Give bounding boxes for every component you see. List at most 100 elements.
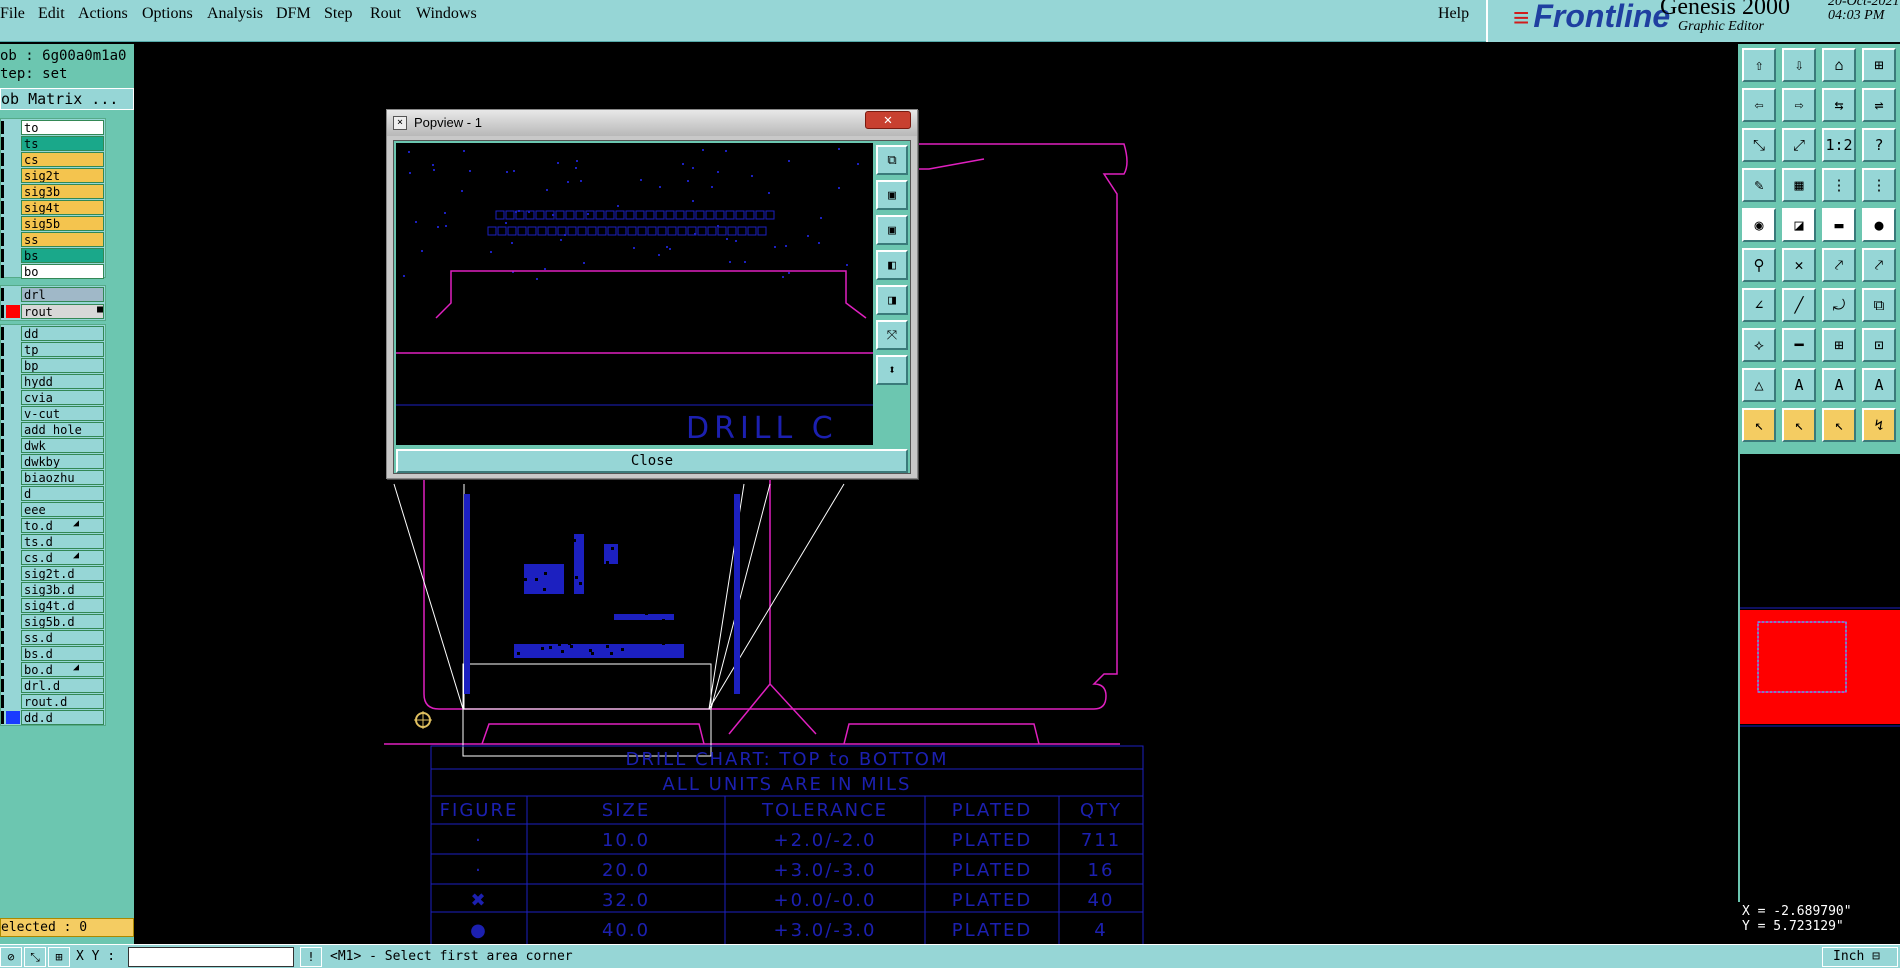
popview-tool-icon[interactable]: ◨ [876,285,908,315]
tool-icon[interactable]: ⤤ [1862,248,1896,282]
layer-row[interactable]: sig2t.d [1,566,107,581]
layer-row[interactable]: drl.d [1,678,107,693]
layer-name[interactable]: bp [21,358,104,373]
layer-name[interactable]: hydd [21,374,104,389]
popview-tool-icon[interactable]: ⬍ [876,355,908,385]
layer-toggle[interactable] [1,169,4,182]
layer-toggle[interactable] [1,375,4,388]
layer-toggle[interactable] [1,695,4,708]
layer-row[interactable]: eee [1,502,107,517]
tool-icon[interactable]: ⊡ [1862,328,1896,362]
layer-row[interactable]: ss [1,232,107,247]
layer-toggle[interactable] [1,265,4,278]
layer-toggle[interactable] [1,439,4,452]
snap-icon[interactable]: ⊘ [0,947,22,967]
tool-icon[interactable]: △ [1742,368,1776,402]
layer-row[interactable]: sig2t [1,168,107,183]
layer-row[interactable]: sig3b [1,184,107,199]
layer-row[interactable]: bo.d ◢ [1,662,107,677]
menu-step[interactable]: Step [324,5,352,23]
tool-icon[interactable]: ⌂ [1822,48,1856,82]
layer-toggle[interactable] [1,567,4,580]
alert-icon[interactable]: ! [300,947,322,967]
layer-row[interactable]: bp [1,358,107,373]
layer-name[interactable]: dd.d [21,710,104,725]
layer-toggle[interactable] [1,391,4,404]
layer-name[interactable]: bo.d [21,662,104,677]
overview-map[interactable] [1738,454,1900,902]
layer-toggle[interactable] [1,599,4,612]
layer-name[interactable]: to.d [21,518,104,533]
tool-icon[interactable]: 1:2 [1822,128,1856,162]
menu-help[interactable]: Help [1438,5,1469,23]
layer-row[interactable]: dwkby [1,454,107,469]
layer-row[interactable]: to.d ◢ [1,518,107,533]
tool-icon[interactable]: A [1822,368,1856,402]
units-selector[interactable]: Inch ⊟ [1822,947,1898,967]
layer-toggle[interactable] [1,647,4,660]
layer-name[interactable]: biaozhu [21,470,104,485]
layer-name[interactable]: sig3b.d [21,582,104,597]
layer-name[interactable]: ss.d [21,630,104,645]
layer-toggle[interactable] [1,288,4,301]
tool-icon[interactable]: ⋮ [1862,168,1896,202]
layer-toggle[interactable] [1,455,4,468]
layer-toggle[interactable] [1,487,4,500]
layer-name[interactable]: to [21,120,104,135]
tool-icon[interactable]: A [1782,368,1816,402]
tool-icon[interactable]: ⊞ [1862,48,1896,82]
layer-row[interactable]: dwk [1,438,107,453]
tool-icon[interactable]: ↖ [1782,408,1816,442]
layer-name[interactable]: rout.d [21,694,104,709]
layer-toggle[interactable] [1,631,4,644]
tool-icon[interactable]: ⋮ [1822,168,1856,202]
layer-toggle[interactable] [1,343,4,356]
popview-canvas[interactable]: DRILL C [396,143,873,445]
layer-name[interactable]: bs.d [21,646,104,661]
layer-toggle[interactable] [1,121,4,134]
tool-icon[interactable]: ⤢ [1782,128,1816,162]
popview-titlebar[interactable]: ⨯ Popview - 1 ✕ [387,110,917,136]
tool-icon[interactable]: ▦ [1782,168,1816,202]
layer-toggle[interactable] [1,407,4,420]
layer-toggle[interactable] [1,519,4,532]
menu-file[interactable]: File [0,5,25,23]
tool-icon[interactable]: ✎ [1742,168,1776,202]
layer-row[interactable]: v-cut [1,406,107,421]
layer-row[interactable]: to [1,120,107,135]
tool-icon[interactable]: ◉ [1742,208,1776,242]
menu-rout[interactable]: Rout [370,5,401,23]
graphic-canvas[interactable]: DRILL CHART: TOP to BOTTOM ALL UNITS ARE… [134,44,1738,944]
layer-name[interactable]: add_hole [21,422,104,437]
tool-icon[interactable]: ⤤ [1822,248,1856,282]
layer-toggle[interactable] [1,201,4,214]
layer-row[interactable]: dd.d [1,710,107,725]
tool-icon[interactable]: ━ [1782,328,1816,362]
layer-row[interactable]: d [1,486,107,501]
tool-icon[interactable]: ⇆ [1822,88,1856,122]
layer-row[interactable]: rout.d [1,694,107,709]
layer-name[interactable]: sig4t [21,200,104,215]
tool-icon[interactable]: ⇩ [1782,48,1816,82]
menu-analysis[interactable]: Analysis [207,5,263,23]
measure-icon[interactable]: ⤡ [24,947,46,967]
layer-toggle[interactable] [1,233,4,246]
tool-icon[interactable]: ⟡ [1742,328,1776,362]
menu-windows[interactable]: Windows [416,5,477,23]
popview-tool-icon[interactable]: ▣ [876,215,908,245]
layer-name[interactable]: sig4t.d [21,598,104,613]
menu-dfm[interactable]: DFM [276,5,311,23]
layer-row[interactable]: bo [1,264,107,279]
layer-name[interactable]: sig2t [21,168,104,183]
layer-toggle[interactable] [1,137,4,150]
layer-row[interactable]: add_hole [1,422,107,437]
layer-name[interactable]: sig2t.d [21,566,104,581]
layer-name[interactable]: eee [21,502,104,517]
layer-row[interactable]: ts.d [1,534,107,549]
tool-icon[interactable]: ▬ [1822,208,1856,242]
layer-row[interactable]: cvia [1,390,107,405]
menu-actions[interactable]: Actions [78,5,128,23]
tool-icon[interactable]: A [1862,368,1896,402]
popview-tool-icon[interactable]: ⧉ [876,145,908,175]
tool-icon[interactable]: ⧉ [1862,288,1896,322]
